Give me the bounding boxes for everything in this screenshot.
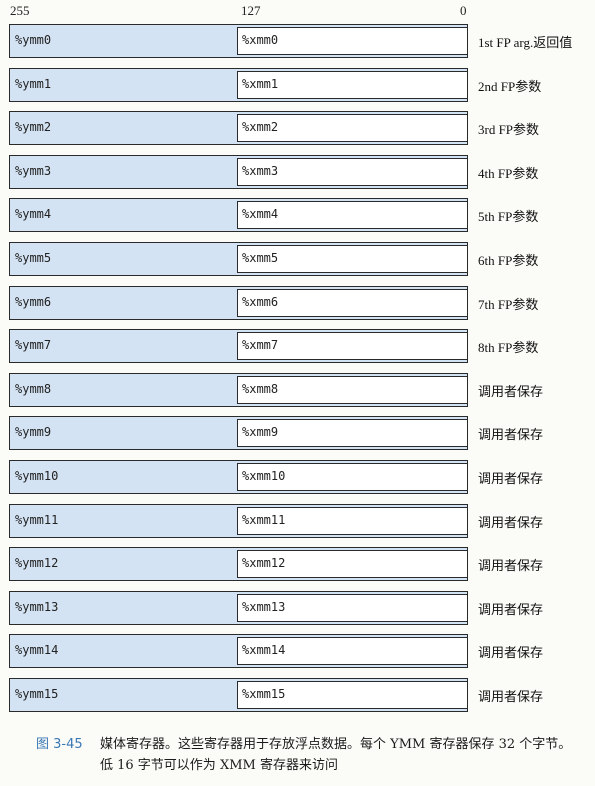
ymm-register-label: %ymm0 <box>15 33 52 47</box>
xmm-register-bar: %xmm2 <box>237 114 468 142</box>
xmm-register-bar: %xmm3 <box>237 158 468 186</box>
xmm-register-label: %xmm1 <box>242 77 279 91</box>
xmm-register-label: %xmm6 <box>242 295 279 309</box>
xmm-register-label: %xmm0 <box>242 33 279 47</box>
xmm-register-bar: %xmm9 <box>237 419 468 447</box>
xmm-register-label: %xmm11 <box>242 513 286 527</box>
register-usage-label: 5th FP参数 <box>478 209 539 224</box>
xmm-register-bar: %xmm7 <box>237 332 468 360</box>
register-usage-label: 调用者保存 <box>478 645 544 660</box>
xmm-register-bar: %xmm8 <box>237 376 468 404</box>
xmm-register-bar: %xmm5 <box>237 245 468 273</box>
xmm-register-label: %xmm8 <box>242 382 279 396</box>
xmm-register-bar: %xmm10 <box>237 463 468 491</box>
register-row: %ymm1 %xmm1 2nd FP参数 <box>0 68 595 104</box>
register-usage-label: 4th FP参数 <box>478 166 539 181</box>
xmm-register-bar: %xmm14 <box>237 637 468 665</box>
ymm-register-label: %ymm4 <box>15 207 52 221</box>
register-row: %ymm9 %xmm9 调用者保存 <box>0 416 595 452</box>
register-usage-label: 调用者保存 <box>478 515 544 530</box>
register-row: %ymm15 %xmm15 调用者保存 <box>0 678 595 714</box>
ymm-register-label: %ymm8 <box>15 382 52 396</box>
xmm-register-bar: %xmm1 <box>237 71 468 99</box>
register-usage-label: 调用者保存 <box>478 558 544 573</box>
register-usage-label: 调用者保存 <box>478 384 544 399</box>
register-row: %ymm10 %xmm10 调用者保存 <box>0 460 595 496</box>
caption-text: 媒体寄存器。这些寄存器用于存放浮点数据。每个 YMM 寄存器保存 32 个字节。… <box>100 737 572 773</box>
register-usage-label: 6th FP参数 <box>478 253 539 268</box>
ymm-register-label: %ymm2 <box>15 120 52 134</box>
ymm-register-label: %ymm15 <box>15 687 59 701</box>
register-row: %ymm6 %xmm6 7th FP参数 <box>0 286 595 322</box>
register-usage-label: 3rd FP参数 <box>478 122 540 137</box>
register-row: %ymm8 %xmm8 调用者保存 <box>0 373 595 409</box>
register-row: %ymm11 %xmm11 调用者保存 <box>0 504 595 540</box>
xmm-register-label: %xmm2 <box>242 120 279 134</box>
register-row: %ymm3 %xmm3 4th FP参数 <box>0 155 595 191</box>
register-row: %ymm12 %xmm12 调用者保存 <box>0 547 595 583</box>
register-usage-label: 调用者保存 <box>478 689 544 704</box>
xmm-register-bar: %xmm12 <box>237 550 468 578</box>
xmm-register-label: %xmm14 <box>242 643 286 657</box>
ymm-register-label: %ymm3 <box>15 164 52 178</box>
ymm-register-label: %ymm1 <box>15 77 52 91</box>
ymm-register-label: %ymm13 <box>15 600 59 614</box>
ymm-register-label: %ymm5 <box>15 251 52 265</box>
register-row: %ymm4 %xmm4 5th FP参数 <box>0 198 595 234</box>
register-usage-label: 7th FP参数 <box>478 297 539 312</box>
register-usage-label: 2nd FP参数 <box>478 79 542 94</box>
xmm-register-label: %xmm5 <box>242 251 279 265</box>
ymm-register-label: %ymm6 <box>15 295 52 309</box>
ymm-register-label: %ymm12 <box>15 556 59 570</box>
xmm-register-label: %xmm10 <box>242 469 286 483</box>
xmm-register-label: %xmm7 <box>242 338 279 352</box>
xmm-register-bar: %xmm15 <box>237 681 468 709</box>
figure-number: 图 3-45 <box>36 737 83 752</box>
register-row: %ymm14 %xmm14 调用者保存 <box>0 634 595 670</box>
register-row: %ymm7 %xmm7 8th FP参数 <box>0 329 595 365</box>
xmm-register-bar: %xmm13 <box>237 594 468 622</box>
xmm-register-bar: %xmm0 <box>237 27 468 55</box>
register-row: %ymm0 %xmm0 1st FP arg.返回值 <box>0 24 595 60</box>
ymm-register-label: %ymm9 <box>15 425 52 439</box>
register-row: %ymm2 %xmm2 3rd FP参数 <box>0 111 595 147</box>
register-usage-label: 1st FP arg.返回值 <box>478 35 573 50</box>
ymm-register-label: %ymm14 <box>15 643 59 657</box>
xmm-register-label: %xmm15 <box>242 687 286 701</box>
xmm-register-bar: %xmm4 <box>237 201 468 229</box>
register-usage-label: 调用者保存 <box>478 602 544 617</box>
ymm-register-label: %ymm7 <box>15 338 52 352</box>
register-row: %ymm13 %xmm13 调用者保存 <box>0 591 595 627</box>
register-row: %ymm5 %xmm5 6th FP参数 <box>0 242 595 278</box>
register-usage-label: 调用者保存 <box>478 427 544 442</box>
xmm-register-bar: %xmm11 <box>237 507 468 535</box>
xmm-register-label: %xmm12 <box>242 556 286 570</box>
ymm-register-label: %ymm10 <box>15 469 59 483</box>
xmm-register-label: %xmm13 <box>242 600 286 614</box>
xmm-register-label: %xmm3 <box>242 164 279 178</box>
register-usage-label: 8th FP参数 <box>478 340 539 355</box>
register-usage-label: 调用者保存 <box>478 471 544 486</box>
register-diagram: %ymm0 %xmm0 1st FP arg.返回值 %ymm1 %xmm1 2nd FP… <box>0 0 595 720</box>
xmm-register-bar: %xmm6 <box>237 289 468 317</box>
xmm-register-label: %xmm4 <box>242 207 279 221</box>
ymm-register-label: %ymm11 <box>15 513 59 527</box>
xmm-register-label: %xmm9 <box>242 425 279 439</box>
